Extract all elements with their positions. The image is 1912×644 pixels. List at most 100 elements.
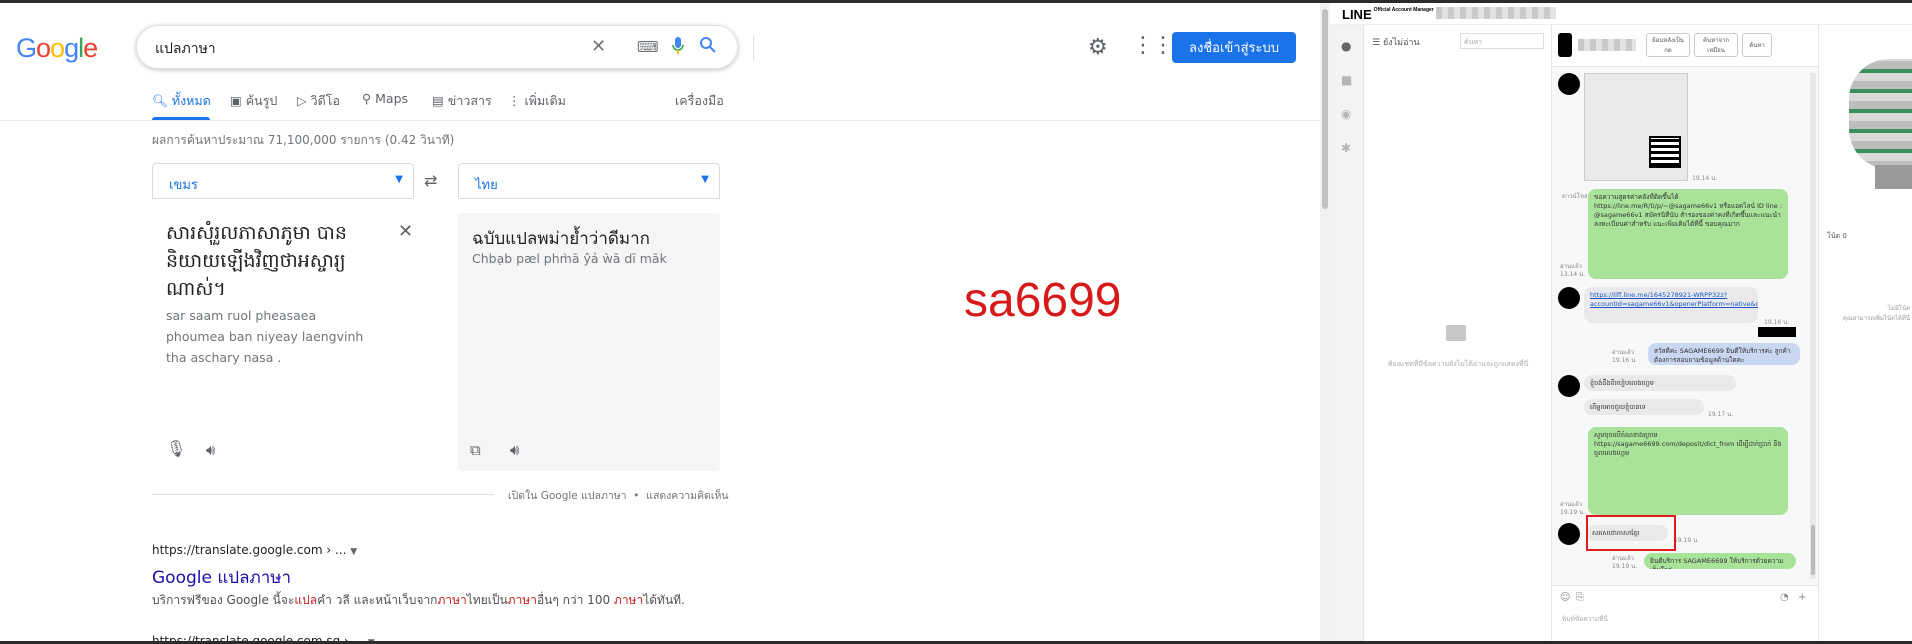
message-bubble-out: ยินดีบริการ SAGAME6699 ให้บริการด้วยความ… xyxy=(1644,553,1796,569)
message-bubble-out: สวัสดีค่ะ SAGAME6699 ยินดีให้บริการค่ะ ล… xyxy=(1648,343,1800,365)
search-input[interactable]: แปลภาษา xyxy=(155,38,216,60)
message-input[interactable]: พิมพ์ข้อความที่นี่ xyxy=(1562,614,1608,624)
unread-filter[interactable]: ☰ ยังไม่อ่าน xyxy=(1372,35,1420,49)
search-box[interactable]: แปลภาษา ✕ ⌨ xyxy=(136,25,754,69)
contacts-icon[interactable]: ■ xyxy=(1341,73,1352,87)
result-title-link[interactable]: Google แปลภาษา xyxy=(152,564,291,591)
sticker-icon[interactable]: ◔ xyxy=(1780,592,1789,603)
avatar xyxy=(1558,523,1580,545)
chat-search-input[interactable]: ค้นหา xyxy=(1460,33,1544,49)
scroll-thumb[interactable] xyxy=(1322,9,1328,209)
chat-scroll-thumb[interactable] xyxy=(1811,525,1815,575)
source-text[interactable]: សារសុំរួលភាសាភូមា បាននិយាយឡើងវិញថាអស្ចារ… xyxy=(166,219,366,303)
message-bubble-in: ខ្ញុំចង់ដឹងពីរបៀបលេងហ្គេម xyxy=(1584,375,1736,391)
message-bubble-out: ขอความสูตรค่าคลังที่ติดขึ้นได้ https://l… xyxy=(1588,189,1788,279)
screenshot-root: Google แปลภาษา ✕ ⌨ ⚙ ⋮⋮⋮ ลงชื่อเข้าสู่ระ… xyxy=(0,0,1912,644)
contact-info-panel: โน้ต 0 ไม่มีโน้ต คุณสามารถเพิ่มโน้ตได้ที… xyxy=(1818,25,1912,641)
video-icon: ▷ xyxy=(297,93,311,108)
google-logo[interactable]: Google xyxy=(16,33,98,64)
message-bubble-out: សូមចុចលើតំណខាងក្រោម https://sagame6699.c… xyxy=(1588,427,1788,515)
tag-icon[interactable]: ◉ xyxy=(1341,107,1351,121)
speaker-icon[interactable]: 🔊︎ xyxy=(510,441,519,459)
add-icon[interactable]: + xyxy=(1798,592,1806,603)
map-pin-icon: ⚲ xyxy=(362,91,376,106)
blurred-profile-name xyxy=(1875,165,1912,189)
translated-text: ฉบับแปลพม่าย้ำว่าดีมาก xyxy=(472,229,650,249)
avatar xyxy=(1558,73,1580,95)
image-icon: ▣ xyxy=(230,93,246,108)
search-icon[interactable] xyxy=(699,36,717,59)
chat-scrollbar[interactable] xyxy=(1810,73,1816,579)
header-divider xyxy=(0,120,1320,121)
source-text-panel[interactable]: សារសុំរួលភាសាភូមា បាននិយាយឡើងវិញថាអស្ចារ… xyxy=(152,213,414,473)
line-nav-rail: ● ■ ◉ ✱ xyxy=(1330,25,1364,641)
result-url[interactable]: https://translate.google.com › ... ▼ xyxy=(152,543,357,557)
tab-maps[interactable]: ⚲ Maps xyxy=(362,91,408,106)
sign-in-button[interactable]: ลงชื่อเข้าสู่ระบบ xyxy=(1172,32,1296,63)
result-stats: ผลการค้นหาประมาณ 71,100,000 รายการ (0.42… xyxy=(152,133,455,147)
clear-icon[interactable]: ✕ xyxy=(591,36,606,57)
tab-more[interactable]: ⋮ เพิ่มเติม xyxy=(508,91,566,111)
snippet-text: บริการฟรีของ Google นี้จะ xyxy=(152,593,295,607)
logo-letter: e xyxy=(83,33,98,63)
settings-icon[interactable]: ✱ xyxy=(1341,141,1351,155)
image-message[interactable] xyxy=(1584,73,1688,181)
logo-letter: o xyxy=(50,33,65,63)
tab-news[interactable]: ▤ ข่าวสาร xyxy=(432,91,492,111)
page-scrollbar[interactable] xyxy=(1320,3,1330,641)
dropdown-caret-icon: ▼ xyxy=(395,174,403,185)
message-bubble-in: តើអ្នកអាចជួយខ្ញុំបានទេ xyxy=(1584,399,1704,415)
speaker-icon[interactable]: 🔊︎ xyxy=(206,441,215,459)
emoji-icon[interactable]: ☺ xyxy=(1560,592,1570,603)
feedback-link[interactable]: แสดงความคิดเห็น xyxy=(646,490,728,502)
google-search-page: Google แปลภาษา ✕ ⌨ ⚙ ⋮⋮⋮ ลงชื่อเข้าสู่ระ… xyxy=(0,3,1320,641)
message-time: 19.16 น. xyxy=(1612,357,1638,364)
message-bubble-in[interactable]: https://liff.line.me/1645278921-WRPP32z?… xyxy=(1584,287,1758,323)
notes-empty-hint: คุณสามารถเพิ่มโน้ตได้ที่นี่ xyxy=(1843,315,1910,322)
find-similar-button[interactable]: ค้นหาจากเหมือน xyxy=(1694,33,1738,57)
source-romanization: sar saam ruol pheasaea phoumea ban niyea… xyxy=(166,308,364,365)
keyboard-icon[interactable]: ⌨ xyxy=(637,38,659,56)
message-time: 19.14 น. xyxy=(1692,175,1718,182)
avatar xyxy=(1558,287,1580,309)
logo-letter: g xyxy=(64,33,79,63)
footer-separator: • xyxy=(633,490,640,502)
message-composer[interactable]: ☺ ⎘ ◔ + พิมพ์ข้อความที่นี่ xyxy=(1552,585,1818,641)
microphone-icon[interactable]: 🎙︎ xyxy=(166,439,186,458)
copy-icon[interactable]: ⧉ xyxy=(470,441,481,459)
translated-romanization: Chbạb pæl phm̀ā ŷả ẁā dī māk xyxy=(472,251,667,266)
chat-search-button[interactable]: ค้นหา xyxy=(1742,33,1772,57)
snippet-text: อื่นๆ กว่า 100 xyxy=(536,593,614,607)
avatar xyxy=(1558,33,1572,57)
tab-all[interactable]: 🔍︎ ทั้งหมด xyxy=(152,91,211,111)
more-icon: ⋮ xyxy=(508,93,525,108)
source-language-select[interactable]: เขมร ▼ xyxy=(152,163,414,199)
tab-videos[interactable]: ▷ วิดีโอ xyxy=(297,91,340,111)
snippet-keyword: แปล xyxy=(294,593,318,607)
snippet-text: ได้ทันที. xyxy=(643,593,685,607)
watermark-text: sa6699 xyxy=(964,274,1122,327)
clear-text-icon[interactable]: ✕ xyxy=(398,221,413,242)
result-menu-caret-icon[interactable]: ▼ xyxy=(350,547,357,557)
chat-header: ย้อนหลังเป็นกด ค้นหาจากเหมือน ค้นหา xyxy=(1552,25,1818,67)
swap-languages-icon[interactable]: ⇄ xyxy=(424,171,437,190)
history-button[interactable]: ย้อนหลังเป็นกด xyxy=(1646,33,1690,57)
logo-letter: G xyxy=(16,33,37,63)
target-language-select[interactable]: ไทย ▼ xyxy=(458,163,720,199)
settings-gear-icon[interactable]: ⚙ xyxy=(1088,35,1108,60)
snippet-keyword: ภาษา xyxy=(507,593,537,607)
tools-button[interactable]: เครื่องมือ xyxy=(675,91,724,111)
microphone-icon[interactable] xyxy=(671,36,685,61)
result-menu-caret-icon[interactable]: ▼ xyxy=(368,638,375,641)
message-time: 19.17 น. xyxy=(1708,411,1734,418)
line-logo[interactable]: LINE Official Account Manager xyxy=(1342,7,1434,22)
result-url-2[interactable]: https://translate.google.com.sg › ... ▼ xyxy=(152,634,375,641)
line-top-bar: LINE Official Account Manager xyxy=(1330,3,1912,25)
snippet-keyword: ภาษา xyxy=(437,593,467,607)
snippet-text: คำ วลี และหน้าเว็บจาก xyxy=(317,593,438,607)
tab-images[interactable]: ▣ ค้นรูป xyxy=(230,91,277,111)
attach-icon[interactable]: ⎘ xyxy=(1576,592,1584,603)
chat-icon[interactable]: ● xyxy=(1341,39,1351,53)
open-in-translate-link[interactable]: เปิดใน Google แปลภาษา xyxy=(508,490,627,502)
message-time: 19.19 น. xyxy=(1674,537,1700,544)
